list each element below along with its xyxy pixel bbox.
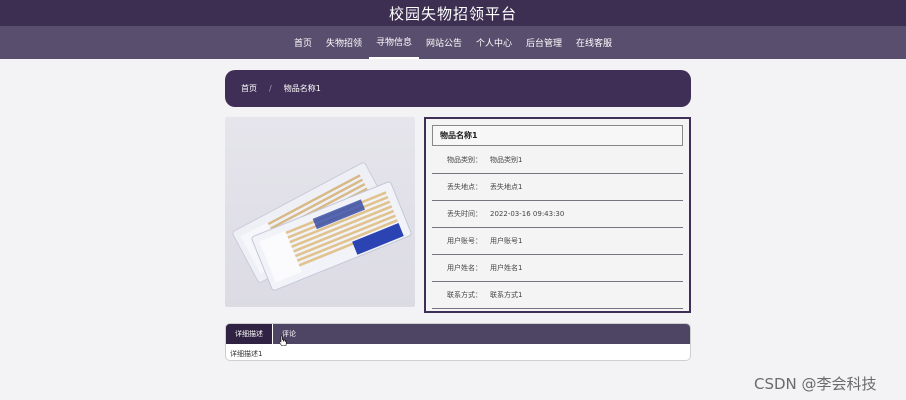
site-title: 校园失物招领平台 [388,4,517,23]
watermark: CSDN @李会科技 [754,375,877,393]
breadcrumb-home-link[interactable]: 首页 [241,83,257,94]
cotton-swab-pack-image [232,162,412,291]
breadcrumb-separator: / [269,84,272,93]
breadcrumb: 首页 / 物品名称1 [225,70,691,107]
detail-tabs: 详细描述 评论 详细描述1 [225,323,691,361]
site-header: 校园失物招领平台 [0,0,906,26]
tab-content: 详细描述1 [230,350,263,358]
detail-value: 丢失地点1 [490,183,523,191]
detail-row-contact: 联系方式： 联系方式1 [432,282,683,309]
tab-description[interactable]: 详细描述 [226,324,273,344]
nav-item-admin[interactable]: 后台管理 [519,26,569,59]
detail-label: 用户姓名： [447,264,482,272]
detail-value: 用户姓名1 [490,264,523,272]
detail-value: 物品类别1 [490,156,523,164]
item-detail-panel: 物品名称1 物品类别： 物品类别1 丢失地点： 丢失地点1 丢失时间： 2022… [424,117,691,313]
tabs-header: 详细描述 评论 [226,324,690,344]
nav-item-announcements[interactable]: 网站公告 [419,26,469,59]
detail-label: 联系方式： [447,291,482,299]
detail-label: 物品类别： [447,156,482,164]
detail-label: 用户账号： [447,237,482,245]
detail-value: 用户账号1 [490,237,523,245]
detail-value: 联系方式1 [490,291,523,299]
nav-item-home[interactable]: 首页 [287,26,319,59]
main-nav: 首页 失物招领 寻物信息 网站公告 个人中心 后台管理 在线客服 [0,26,906,59]
breadcrumb-current: 物品名称1 [283,84,321,93]
nav-item-lost-item-search[interactable]: 寻物信息 [368,26,419,59]
detail-row-user-name: 用户姓名： 用户姓名1 [432,255,683,282]
detail-row-lost-location: 丢失地点： 丢失地点1 [432,174,683,201]
nav-item-customer-service[interactable]: 在线客服 [569,26,619,59]
item-photo [225,117,415,307]
nav-item-profile[interactable]: 个人中心 [469,26,519,59]
detail-value: 2022-03-16 09:43:30 [490,210,565,218]
nav-item-lost-and-found[interactable]: 失物招领 [319,26,369,59]
detail-row-user-account: 用户账号： 用户账号1 [432,228,683,255]
detail-label: 丢失地点： [447,183,482,191]
detail-row-category: 物品类别： 物品类别1 [432,147,683,174]
mouse-pointer-icon [278,335,287,346]
item-name: 物品名称1 [432,125,683,146]
detail-row-lost-time: 丢失时间： 2022-03-16 09:43:30 [432,201,683,228]
detail-label: 丢失时间： [447,210,482,218]
